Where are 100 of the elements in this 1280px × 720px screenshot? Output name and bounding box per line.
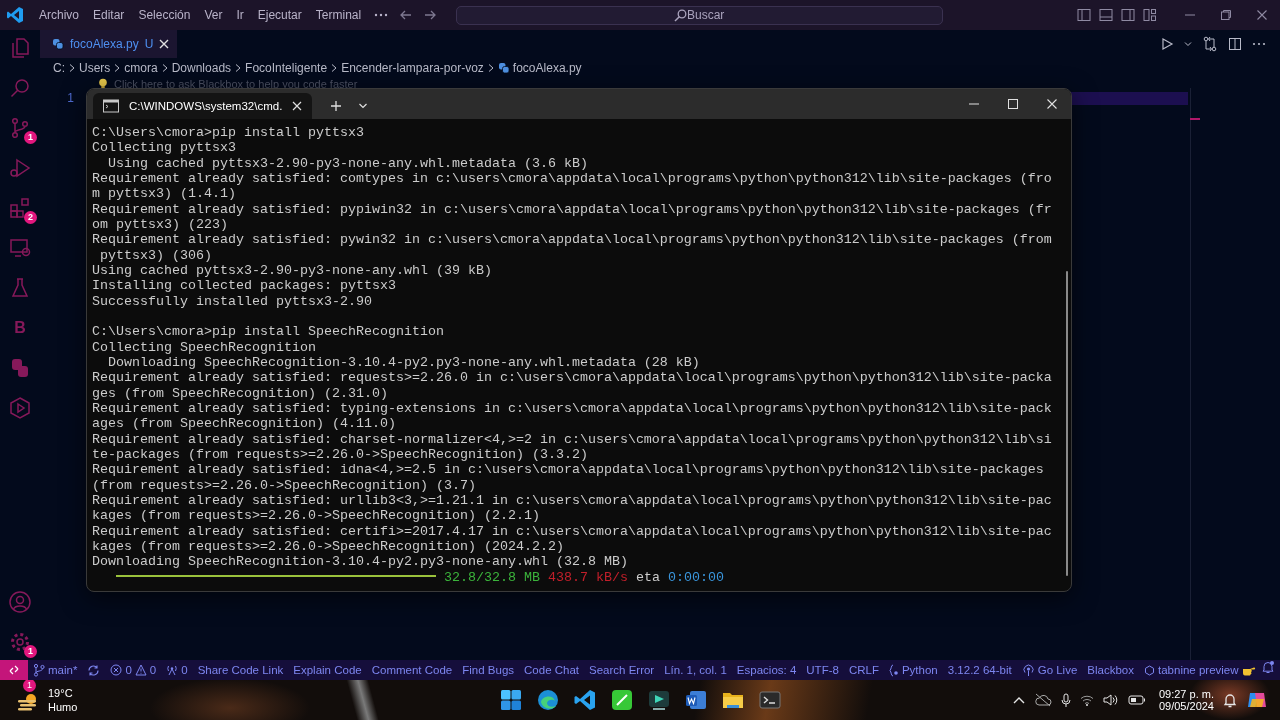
menu-item[interactable]: Terminal (308, 5, 369, 25)
chevron-up-icon[interactable] (1012, 696, 1025, 704)
terminal-line: Installing collected packages: pyttsx3 (92, 278, 397, 294)
terminal-line: te-packages (from requests>=2.26.0->SpeechRecognition) (3.3.2) (92, 446, 589, 463)
status-action[interactable]: Comment Code (366, 660, 458, 680)
browser-icon[interactable] (536, 689, 559, 711)
code-editor-icon[interactable] (573, 689, 596, 711)
untracked-indicator: U (144, 37, 154, 51)
breadcrumb-item[interactable]: C: (53, 61, 65, 75)
python-file-icon (52, 38, 64, 50)
status-action[interactable]: Search Error (584, 660, 660, 680)
terminal-line: Requirement already satisfied: requests>=2.26.0 in c:\users\cmora\appdata\local\programs\python\python312\lib\site-packa (92, 370, 1053, 386)
status-action[interactable]: Share Code Link (192, 660, 289, 680)
remote-button[interactable] (0, 660, 28, 680)
status-action[interactable]: Code Chat (519, 660, 584, 680)
tab-title: C:\WINDOWS\system32\cmd. (129, 100, 283, 112)
blackbox-button[interactable]: Blackbox (1082, 660, 1139, 680)
editor-tab[interactable]: focoAlexa.py U (40, 30, 178, 58)
problems-button[interactable]: 0 0 (105, 660, 162, 680)
download-size: 32.8/32.8 MB (444, 569, 540, 585)
battery-icon[interactable] (1127, 694, 1146, 706)
pen-app-icon[interactable] (610, 689, 633, 711)
breadcrumb-item[interactable]: Downloads (171, 61, 232, 75)
status-action[interactable]: Explain Code (288, 660, 367, 680)
terminal-line: Requirement already satisfied: certifi>=2017.4.17 in c:\users\cmora\appdata\local\programs\python\python312\lib\site-pac (92, 523, 1053, 539)
breadcrumb-item[interactable]: Users (79, 61, 111, 75)
more-icon[interactable] (1252, 41, 1266, 47)
menu-item[interactable]: Editar (86, 5, 132, 25)
terminal-line: Requirement already satisfied: charset-normalizer<4,>=2 in c:\users\cmora\appdata\local\programs\python\python312\lib\si (92, 431, 1053, 447)
terminal-tab[interactable]: C:\WINDOWS\system32\cmd. (93, 93, 313, 119)
status-action[interactable]: Find Bugs (457, 660, 520, 680)
breadcrumb-item[interactable]: Encender-lampara-por-voz (341, 61, 484, 75)
line-ending-setting[interactable]: CRLF (843, 660, 884, 680)
antenna-icon (166, 664, 179, 676)
terminal-line: om pyttsx3) (223) (92, 216, 229, 233)
menu-item[interactable]: Ver (197, 5, 230, 25)
branch-icon (33, 663, 45, 677)
sidebar-toggle-icon[interactable] (1076, 7, 1092, 23)
chevron-down-icon[interactable] (1184, 40, 1192, 48)
panel-toggle-icon[interactable] (1098, 7, 1114, 23)
vscode-logo (6, 6, 24, 24)
scrollbar-thumb[interactable] (1066, 271, 1068, 576)
settings-icon[interactable] (8, 630, 32, 654)
secondary-sidebar-icon[interactable] (1120, 7, 1136, 23)
wifi-icon[interactable] (1079, 694, 1094, 706)
notification-badge: 1 (24, 131, 37, 144)
breadcrumb-item[interactable]: FocoInteligente (245, 61, 328, 75)
cmd-icon (103, 99, 119, 113)
branch-button[interactable]: main* (28, 660, 83, 680)
ports-button[interactable]: 0 (161, 660, 193, 680)
video-editor-icon[interactable] (647, 689, 670, 711)
menu-item[interactable]: Archivo (32, 5, 86, 25)
terminal-line: kages (from requests>=2.26.0->SpeechRecognition) (2024.2.2) (92, 538, 565, 555)
speaker-icon[interactable] (1102, 693, 1119, 707)
indentation-setting[interactable]: Espacios: 4 (731, 660, 802, 680)
restore-icon[interactable] (1220, 9, 1232, 21)
terminal-line: Using cached pyttsx3-2.90-py3-none-any.whl (39 kB) (92, 262, 493, 279)
terminal-line: (from requests>=2.26.0->SpeechRecognition) (3.7) (92, 477, 477, 493)
chevron-right-icon (486, 63, 495, 73)
ruler-mark (1190, 118, 1200, 120)
notification-badge: 1 (23, 680, 36, 692)
line-number: 1 (66, 91, 74, 105)
word-icon[interactable] (684, 689, 707, 711)
language-mode[interactable]: Python (883, 660, 943, 680)
notification-bell-icon[interactable] (1260, 660, 1275, 674)
windows-start-icon[interactable] (499, 689, 522, 711)
layout-icon[interactable] (1142, 7, 1158, 23)
terminal-line: C:\Users\cmora>pip install SpeechRecognition (92, 324, 445, 340)
menu-item[interactable]: Ejecutar (250, 5, 309, 25)
terminal-icon[interactable] (758, 689, 781, 711)
chevron-right-icon (68, 63, 76, 73)
search-field[interactable]: Buscar (456, 5, 944, 25)
plus-icon (330, 100, 343, 112)
encoding-setting[interactable]: UTF-8 (801, 660, 844, 680)
breadcrumb-item[interactable]: focoAlexa.py (512, 61, 582, 75)
terminal-line: ges (from SpeechRecognition) (2.31.0) (92, 385, 389, 401)
terminal-line: Requirement already satisfied: pypiwin32 in c:\users\cmora\appdata\local\programs\python\python312\lib\site-packages (fr (92, 201, 1053, 217)
weather-condition[interactable]: Humo (48, 700, 78, 714)
weather-temperature[interactable]: 19°C (48, 686, 78, 700)
interpreter-version[interactable]: 3.12.2 64-bit (942, 660, 1017, 680)
notification-bell-icon[interactable] (1223, 692, 1237, 708)
breadcrumb-item[interactable]: cmora (124, 61, 158, 75)
chevron-right-icon (160, 63, 169, 73)
search-icon (674, 8, 688, 22)
microphone-icon[interactable] (1060, 692, 1071, 708)
clock[interactable]: 09:27 p. m. 09/05/2024 (1158, 688, 1214, 712)
cloud-off-icon[interactable] (1033, 693, 1052, 707)
compare-changes-icon[interactable] (1202, 36, 1218, 52)
terminal-line: Requirement already satisfied: comtypes in c:\users\cmora\appdata\local\programs\python\python312\lib\site-packages (fro (92, 171, 1053, 187)
cursor-position[interactable]: Lín. 1, col. 1 (659, 660, 732, 680)
menu-item[interactable]: Selección (131, 5, 198, 25)
remote-icon (8, 664, 20, 676)
tabnine-button[interactable]: tabnine preview (1139, 660, 1261, 680)
menu-item[interactable]: Ir (229, 5, 251, 25)
terminal-line: Downloading SpeechRecognition-3.10.4-py2.py3-none-any.whl (32.8 MB) (92, 554, 629, 570)
split-editor-icon[interactable] (1228, 37, 1242, 51)
chevron-right-icon (330, 63, 339, 73)
extensions-icon[interactable] (8, 196, 32, 220)
run-icon[interactable] (1160, 37, 1174, 51)
go-live-button[interactable]: Go Live (1016, 660, 1083, 680)
